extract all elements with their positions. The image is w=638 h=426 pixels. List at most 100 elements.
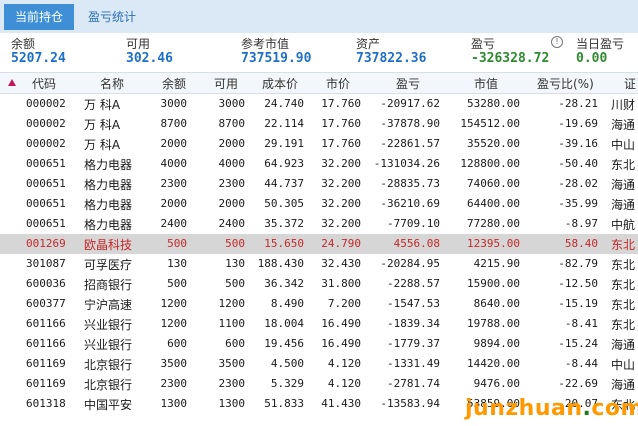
column-header-profit-loss[interactable]: 盈亏 [396, 75, 420, 92]
cell-market-value: 9476.00 [473, 377, 520, 390]
table-row[interactable]: 000002 万 科A 8700 8700 22.114 17.760 -37878.90 1… [0, 114, 638, 134]
cell-profit-loss-pct: -15.24 [558, 337, 598, 350]
table-row[interactable]: 601166 兴业银行 1200 1100 18.004 16.490 -1839.34 19… [0, 314, 638, 334]
cell-available: 1100 [218, 317, 246, 330]
summary-value: 737822.36 [356, 51, 427, 66]
table-row[interactable]: 000651 格力电器 2300 2300 44.737 32.200 -28835.73 7… [0, 174, 638, 194]
cell-name: 万 科A [84, 118, 121, 132]
cell-available: 2000 [218, 137, 246, 150]
column-header-market-value[interactable]: 市值 [474, 75, 498, 92]
cell-profit-loss-pct: -15.19 [558, 297, 598, 310]
tab-bar: 当前持仓 盈亏统计 [0, 0, 638, 34]
cell-name: 万 科A [84, 138, 121, 152]
column-header-code[interactable]: 代码 [32, 75, 56, 92]
cell-cost-price: 18.004 [264, 317, 304, 330]
cell-profit-loss: -1779.37 [387, 337, 440, 350]
cell-available: 3500 [218, 357, 246, 370]
cell-market-value: 64400.00 [467, 197, 520, 210]
cell-name: 万 科A [84, 98, 121, 112]
summary-profit-loss: 盈亏 ! -326328.72 [471, 33, 567, 71]
tab-profit-loss-stats[interactable]: 盈亏统计 [80, 4, 144, 30]
table-row[interactable]: 000651 格力电器 2000 2000 50.305 32.200 -36210.69 6… [0, 194, 638, 214]
cell-profit-loss: -22861.57 [380, 137, 440, 150]
cell-profit-loss-pct: -35.99 [558, 197, 598, 210]
cell-available: 4000 [218, 157, 246, 170]
table-row[interactable]: 601169 北京银行 3500 3500 4.500 4.120 -1331.49 1442… [0, 354, 638, 374]
cell-market-price: 41.430 [321, 397, 361, 410]
table-row[interactable]: 000651 格力电器 2400 2400 35.372 32.200 -7709.10 77… [0, 214, 638, 234]
table-row[interactable]: 301087 可孚医疗 130 130 188.430 32.430 -20284.95 42… [0, 254, 638, 274]
column-header-balance[interactable]: 余额 [162, 75, 186, 92]
cell-balance: 130 [167, 257, 187, 270]
sort-ascending-icon[interactable] [8, 79, 16, 86]
cell-cost-price: 19.456 [264, 337, 304, 350]
cell-balance: 2000 [160, 137, 188, 150]
cell-balance: 2300 [160, 377, 188, 390]
table-row[interactable]: 600377 宁沪高速 1200 1200 8.490 7.200 -1547.53 8640… [0, 294, 638, 314]
cell-available: 2000 [218, 197, 246, 210]
cell-cost-price: 4.500 [270, 357, 304, 370]
cell-code: 000002 [26, 97, 66, 110]
cell-name: 格力电器 [84, 158, 133, 172]
cell-code: 001269 [26, 237, 66, 250]
summary-label: 当日盈亏 [576, 37, 625, 51]
info-icon[interactable]: ! [551, 36, 563, 48]
cell-market-price: 24.790 [321, 237, 361, 250]
tab-current-holdings[interactable]: 当前持仓 [4, 4, 74, 30]
cell-code: 000002 [26, 137, 66, 150]
cell-available: 1300 [218, 397, 246, 410]
cell-profit-loss-pct: -28.02 [558, 177, 598, 190]
table-row[interactable]: 000651 格力电器 4000 4000 64.923 32.200 -131034.26… [0, 154, 638, 174]
cell-balance: 500 [167, 237, 187, 250]
cell-broker: 中山 [611, 138, 636, 152]
cell-cost-price: 24.740 [264, 97, 304, 110]
cell-broker: 东北 [611, 238, 636, 252]
column-header-available[interactable]: 可用 [214, 75, 238, 92]
cell-name: 格力电器 [84, 198, 133, 212]
cell-available: 600 [225, 337, 245, 350]
cell-balance: 1300 [160, 397, 188, 410]
table-row[interactable]: 600036 招商银行 500 500 36.342 31.800 -2288.57 1590… [0, 274, 638, 294]
cell-profit-loss-pct: -8.44 [564, 357, 598, 370]
cell-cost-price: 8.490 [270, 297, 304, 310]
cell-profit-loss: -2288.57 [387, 277, 440, 290]
summary-value: 0.00 [576, 51, 608, 66]
column-header-name[interactable]: 名称 [100, 75, 124, 92]
table-row[interactable]: 000002 万 科A 2000 2000 29.191 17.760 -22861.57 3… [0, 134, 638, 154]
column-header-broker[interactable]: 证 [624, 75, 636, 92]
summary-value: 5207.24 [11, 51, 66, 66]
cell-cost-price: 35.372 [264, 217, 304, 230]
table-row[interactable]: 601169 北京银行 2300 2300 5.329 4.120 -2781.74 9476… [0, 374, 638, 394]
cell-market-price: 31.800 [321, 277, 361, 290]
cell-name: 格力电器 [84, 218, 133, 232]
column-header-profit-loss-pct[interactable]: 盈亏比(%) [537, 75, 594, 92]
cell-market-price: 4.120 [327, 357, 361, 370]
holdings-table: 000002 万 科A 3000 3000 24.740 17.760 -20917.62 5… [0, 94, 638, 414]
table-row[interactable]: 000002 万 科A 3000 3000 24.740 17.760 -20917.62 5… [0, 94, 638, 114]
summary-label: 资产 [356, 37, 381, 51]
cell-profit-loss-pct: -82.79 [558, 257, 598, 270]
table-row[interactable]: 601166 兴业银行 600 600 19.456 16.490 -1779.37 9894… [0, 334, 638, 354]
cell-code: 600377 [26, 297, 66, 310]
cell-market-value: 9894.00 [473, 337, 520, 350]
cell-cost-price: 188.430 [257, 257, 304, 270]
cell-code: 601166 [26, 337, 66, 350]
cell-available: 3000 [218, 97, 246, 110]
cell-name: 可孚医疗 [84, 258, 133, 272]
cell-available: 1200 [218, 297, 246, 310]
cell-code: 600036 [26, 277, 66, 290]
column-header-cost-price[interactable]: 成本价 [262, 75, 298, 92]
cell-market-price: 16.490 [321, 317, 361, 330]
cell-broker: 东北 [611, 318, 636, 332]
cell-name: 宁沪高速 [84, 298, 133, 312]
table-row[interactable]: 001269 欧晶科技 500 500 15.650 24.790 4556.08 12395… [0, 234, 638, 254]
cell-cost-price: 22.114 [264, 117, 304, 130]
cell-code: 601318 [26, 397, 66, 410]
cell-market-price: 17.760 [321, 97, 361, 110]
cell-available: 130 [225, 257, 245, 270]
column-header-market-price[interactable]: 市价 [326, 75, 350, 92]
cell-market-price: 32.430 [321, 257, 361, 270]
cell-code: 000651 [26, 157, 66, 170]
site-watermark: junzhuan.com [465, 396, 638, 421]
cell-name: 格力电器 [84, 178, 133, 192]
